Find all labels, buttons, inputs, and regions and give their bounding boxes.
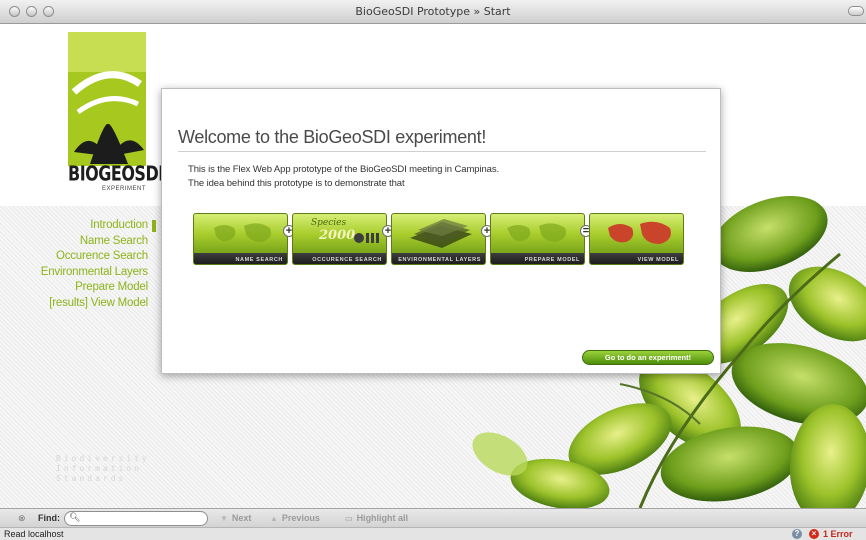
step-occurence-search[interactable]: Species 2000 OCCURENCE SEARCH [292, 213, 387, 265]
window-title: BioGeoSDI Prototype » Start [355, 5, 511, 18]
model-map-icon [608, 221, 671, 244]
highlight-all-label: Highlight all [356, 513, 409, 523]
step-environmental-layers[interactable]: ENVIRONMENTAL LAYERS [391, 213, 486, 265]
find-previous-label: Previous [281, 513, 320, 523]
find-input[interactable] [64, 511, 208, 526]
search-icon: 🔍︎ [69, 512, 81, 522]
bis-line: Biodiversity [56, 454, 150, 463]
status-bar: Read localhost ? × 1 Error [0, 527, 866, 540]
nav-item-prepare-model[interactable]: Prepare Model [30, 280, 156, 296]
bis-line: Information [56, 464, 142, 473]
arrow-up-icon: ▲ [270, 514, 278, 523]
arrow-down-icon: ▼ [220, 514, 228, 523]
nav-item-environmental-layers[interactable]: Environmental Layers [30, 265, 156, 281]
step-name-search[interactable]: NAME SEARCH [193, 213, 288, 265]
step-label: ENVIRONMENTAL LAYERS [398, 257, 481, 263]
step-label: NAME SEARCH [235, 257, 283, 263]
welcome-dialog: Welcome to the BioGeoSDI experiment! Thi… [161, 88, 721, 374]
find-previous-button[interactable]: ▲ Previous [270, 513, 320, 523]
highlight-all-button[interactable]: ▭ Highlight all [345, 513, 408, 523]
bis-logo: Biodiversity Information Standards [56, 454, 150, 504]
step-label: VIEW MODEL [637, 257, 679, 263]
nav-item-occurence-search[interactable]: Occurence Search [30, 249, 156, 265]
start-experiment-button[interactable]: Go to do an experiment! [582, 350, 714, 365]
close-find-icon[interactable]: ⊗ [18, 513, 26, 524]
step-label: PREPARE MODEL [524, 257, 580, 263]
highlight-icon: ▭ [345, 514, 353, 523]
step-view-model[interactable]: VIEW MODEL [589, 213, 684, 265]
help-icon[interactable]: ? [792, 529, 802, 539]
status-text: Read localhost [4, 529, 64, 539]
find-next-label: Next [231, 513, 252, 523]
world-map-icon [507, 223, 566, 242]
find-label: Find: [38, 513, 60, 523]
logo-subtitle: EXPERIMENT [101, 186, 146, 192]
app-canvas: BIOGEOSDI EXPERIMENT Introduction Name S… [0, 24, 866, 508]
step-prepare-model[interactable]: PREPARE MODEL [490, 213, 585, 265]
toolbar-toggle-button[interactable] [848, 6, 864, 16]
bis-line: Standards [56, 474, 127, 483]
nav-item-name-search[interactable]: Name Search [30, 234, 156, 250]
dialog-heading: Welcome to the BioGeoSDI experiment! [178, 127, 487, 147]
itis-logo-icon [354, 233, 379, 243]
sidebar-nav: Introduction Name Search Occurence Searc… [30, 218, 156, 312]
dialog-paragraph: The idea behind this prototype is to dem… [188, 178, 405, 189]
window-titlebar: BioGeoSDI Prototype » Start [0, 0, 866, 24]
error-icon[interactable]: × [809, 529, 819, 539]
find-next-button[interactable]: ▼ Next [220, 513, 251, 523]
logo-wordmark: BIOGEOSDI [68, 161, 164, 186]
error-count[interactable]: 1 Error [823, 529, 853, 539]
dialog-paragraph: This is the Flex Web App prototype of th… [188, 164, 500, 175]
nav-item-introduction[interactable]: Introduction [30, 218, 156, 234]
layers-icon [410, 219, 472, 248]
find-bar: ⊗ Find: 🔍︎ ▼ Next ▲ Previous ▭ Highlight al… [0, 508, 866, 527]
step-label: OCCURENCE SEARCH [312, 257, 382, 263]
world-map-icon [214, 223, 271, 242]
nav-item-view-model[interactable]: [results] View Model [30, 296, 156, 312]
workflow-steps: NAME SEARCH + Species 2000 OCCURENCE SEA… [193, 213, 685, 267]
dialog-divider [178, 151, 706, 152]
